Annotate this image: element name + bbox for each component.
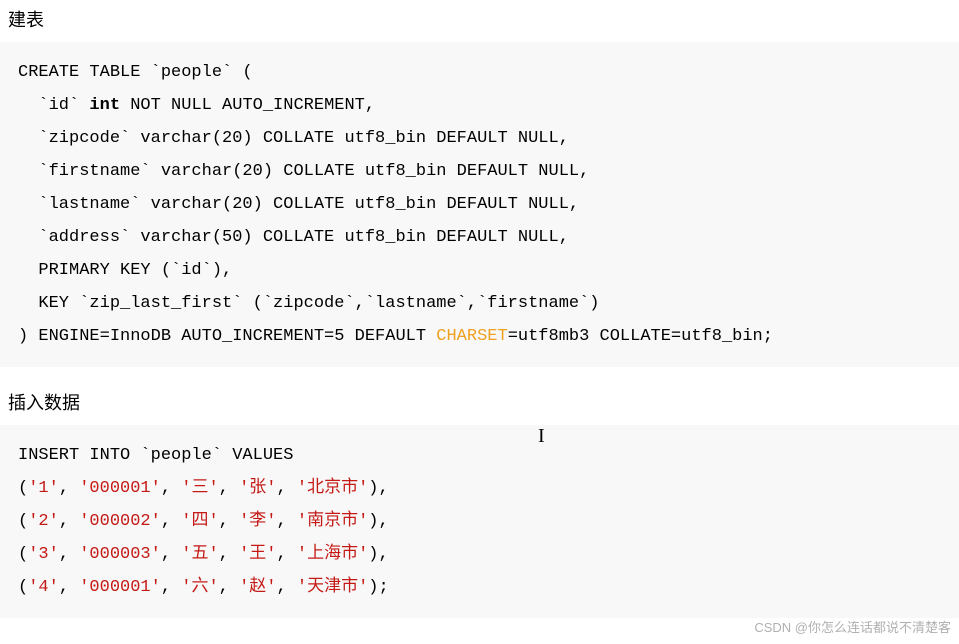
code-line: `zipcode` varchar(20) COLLATE utf8_bin D… xyxy=(18,129,569,148)
heading-create-table: 建表 xyxy=(0,0,959,42)
code-line: ('4', '000001', '六', '赵', '天津市'); xyxy=(18,578,389,597)
code-line: ) ENGINE=InnoDB AUTO_INCREMENT=5 DEFAULT… xyxy=(18,327,773,346)
heading-insert-data: 插入数据 xyxy=(0,367,959,425)
code-line: `id` int NOT NULL AUTO_INCREMENT, xyxy=(18,96,375,115)
code-line: CREATE TABLE `people` ( xyxy=(18,63,253,82)
code-line: PRIMARY KEY (`id`), xyxy=(18,261,232,280)
text-cursor-icon: I xyxy=(538,425,545,448)
code-line: INSERT INTO `people` VALUES xyxy=(18,446,293,465)
code-block-insert: INSERT INTO `people` VALUES ('1', '00000… xyxy=(0,425,959,618)
code-line: `firstname` varchar(20) COLLATE utf8_bin… xyxy=(18,162,589,181)
code-line: ('1', '000001', '三', '张', '北京市'), xyxy=(18,479,389,498)
code-line: `address` varchar(50) COLLATE utf8_bin D… xyxy=(18,228,569,247)
code-line: ('3', '000003', '五', '王', '上海市'), xyxy=(18,545,389,564)
code-line: `lastname` varchar(20) COLLATE utf8_bin … xyxy=(18,195,579,214)
code-block-create: CREATE TABLE `people` ( `id` int NOT NUL… xyxy=(0,42,959,367)
code-line: ('2', '000002', '四', '李', '南京市'), xyxy=(18,512,389,531)
watermark: CSDN @你怎么连话都说不清楚客 xyxy=(754,617,951,636)
code-line: KEY `zip_last_first` (`zipcode`,`lastnam… xyxy=(18,294,600,313)
